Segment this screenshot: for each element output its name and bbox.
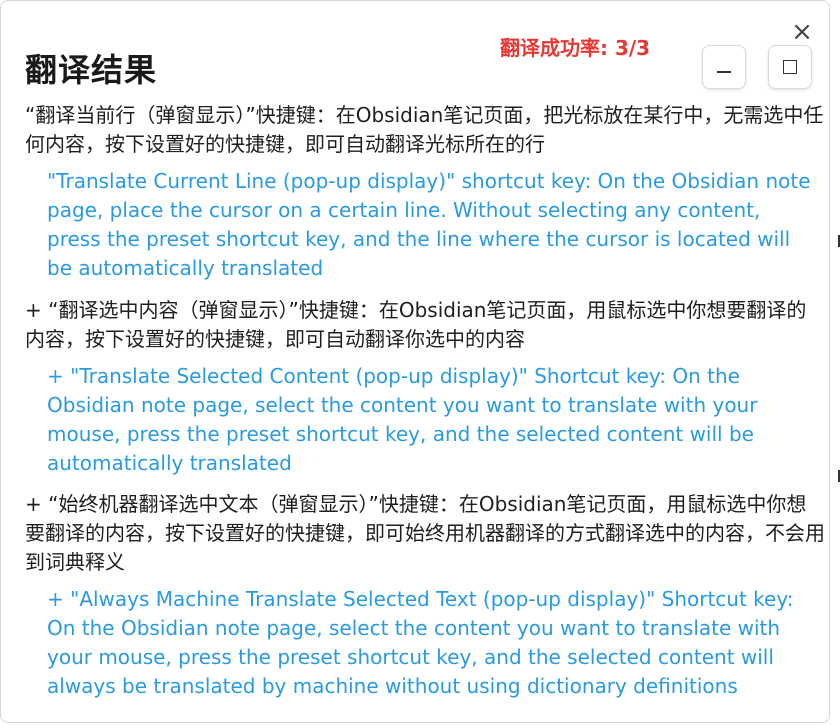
translated-text: "Translate Current Line (pop-up display)… <box>47 169 817 280</box>
translation-result-dialog: × 翻译成功率: 3/3 翻译结果 “翻译当前行（弹窗显示）”快捷键：在Obsi… <box>0 0 830 723</box>
translation-entry: “翻译当前行（弹窗显示）”快捷键：在Obsidian笔记页面，把光标放在某行中，… <box>25 101 825 283</box>
translation-entry: + “始终机器翻译选中文本（弹窗显示）”快捷键：在Obsidian笔记页面，用鼠… <box>25 490 825 701</box>
close-button[interactable]: × <box>789 19 815 45</box>
minimize-icon <box>717 71 731 73</box>
source-text: + “翻译选中内容（弹窗显示）”快捷键：在Obsidian笔记页面，用鼠标选中你… <box>25 298 807 351</box>
background-window-edge <box>830 0 840 725</box>
minimize-button[interactable] <box>702 45 746 89</box>
source-text: “翻译当前行（弹窗显示）”快捷键：在Obsidian笔记页面，把光标放在某行中，… <box>25 103 824 156</box>
maximize-icon <box>783 60 797 74</box>
close-icon: × <box>791 17 813 47</box>
success-rate-label: 翻译成功率: 3/3 <box>500 36 651 60</box>
translation-entry: + “翻译选中内容（弹窗显示）”快捷键：在Obsidian笔记页面，用鼠标选中你… <box>25 296 825 478</box>
maximize-button[interactable] <box>768 45 812 89</box>
dialog-title: 翻译结果 <box>25 51 158 89</box>
translated-text: + "Always Machine Translate Selected Tex… <box>47 587 800 698</box>
translated-text: + "Translate Selected Content (pop-up di… <box>47 364 764 475</box>
source-text: + “始终机器翻译选中文本（弹窗显示）”快捷键：在Obsidian笔记页面，用鼠… <box>25 492 825 574</box>
